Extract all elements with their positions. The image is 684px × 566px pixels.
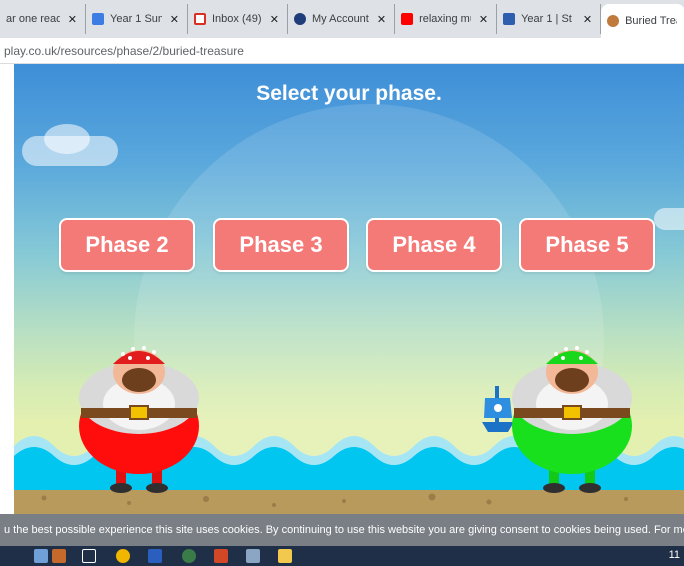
game-area: Select your phase. Phase 2 Phase 3 Phase… <box>14 64 684 514</box>
close-icon[interactable]: ✕ <box>479 13 488 26</box>
close-icon[interactable]: ✕ <box>170 13 179 26</box>
gmail-icon <box>194 13 206 25</box>
cookie-consent-bar: u the best possible experience this site… <box>0 514 684 546</box>
powerpoint-icon[interactable] <box>214 549 228 563</box>
browser-tab-5[interactable]: relaxing music - ✕ <box>395 4 498 34</box>
close-icon[interactable]: ✕ <box>68 13 77 26</box>
cloud <box>654 208 684 230</box>
phase-4-button[interactable]: Phase 4 <box>366 218 502 272</box>
phase-3-button[interactable]: Phase 3 <box>213 218 349 272</box>
task-view-icon[interactable] <box>82 549 96 563</box>
browser-tab-6[interactable]: Year 1 | St Monic ✕ <box>497 4 602 34</box>
pirate-icon <box>607 15 620 27</box>
tab-title: Year 1 | St Monic <box>521 13 575 25</box>
chrome-icon[interactable] <box>116 549 130 563</box>
sticky-icon[interactable] <box>278 549 292 563</box>
chrome-alt-icon[interactable] <box>182 549 196 563</box>
youtube-icon <box>401 13 414 25</box>
phase-5-button[interactable]: Phase 5 <box>519 218 655 272</box>
pirate-red <box>79 346 199 493</box>
tab-title: Inbox (49) - hatc <box>212 13 262 25</box>
url-text[interactable]: play.co.uk/resources/phase/2/buried-trea… <box>4 44 244 58</box>
clock[interactable]: 11 <box>669 549 680 561</box>
pirate-green <box>512 346 632 493</box>
close-icon[interactable]: ✕ <box>377 13 386 26</box>
paint-icon[interactable] <box>246 549 260 563</box>
word-icon[interactable] <box>148 549 162 563</box>
browser-tab-1[interactable]: ar one reading ✕ <box>0 4 86 34</box>
page-title: Select your phase. <box>256 82 442 105</box>
school-crest-icon <box>503 13 516 25</box>
tab-title: Year 1 Summer 1 <box>110 13 162 25</box>
cloud <box>44 124 90 154</box>
tab-title: relaxing music - <box>419 13 471 25</box>
address-bar[interactable]: play.co.uk/resources/phase/2/buried-trea… <box>0 38 684 64</box>
browser-tab-2[interactable]: Year 1 Summer 1 ✕ <box>86 4 188 34</box>
browser-tab-strip: ar one reading ✕ Year 1 Summer 1 ✕ Inbox… <box>0 0 684 38</box>
browser-tab-active[interactable]: Buried Treasure <box>601 4 684 38</box>
tab-title: My Account <box>312 13 369 25</box>
google-docs-icon <box>92 13 104 25</box>
close-icon[interactable]: ✕ <box>583 13 592 26</box>
close-icon[interactable]: ✕ <box>270 13 279 26</box>
tab-title: Buried Treasure <box>625 15 677 27</box>
taskbar: 11 <box>0 546 684 566</box>
account-icon <box>294 13 306 25</box>
people-icon[interactable] <box>34 549 48 563</box>
browser-tab-3[interactable]: Inbox (49) - hatc ✕ <box>188 4 288 34</box>
cookie-text: u the best possible experience this site… <box>4 524 684 536</box>
phase-2-button[interactable]: Phase 2 <box>59 218 195 272</box>
tab-title: ar one reading <box>6 13 60 25</box>
browser-tab-4[interactable]: My Account ✕ <box>288 4 396 34</box>
library-icon[interactable] <box>52 549 66 563</box>
